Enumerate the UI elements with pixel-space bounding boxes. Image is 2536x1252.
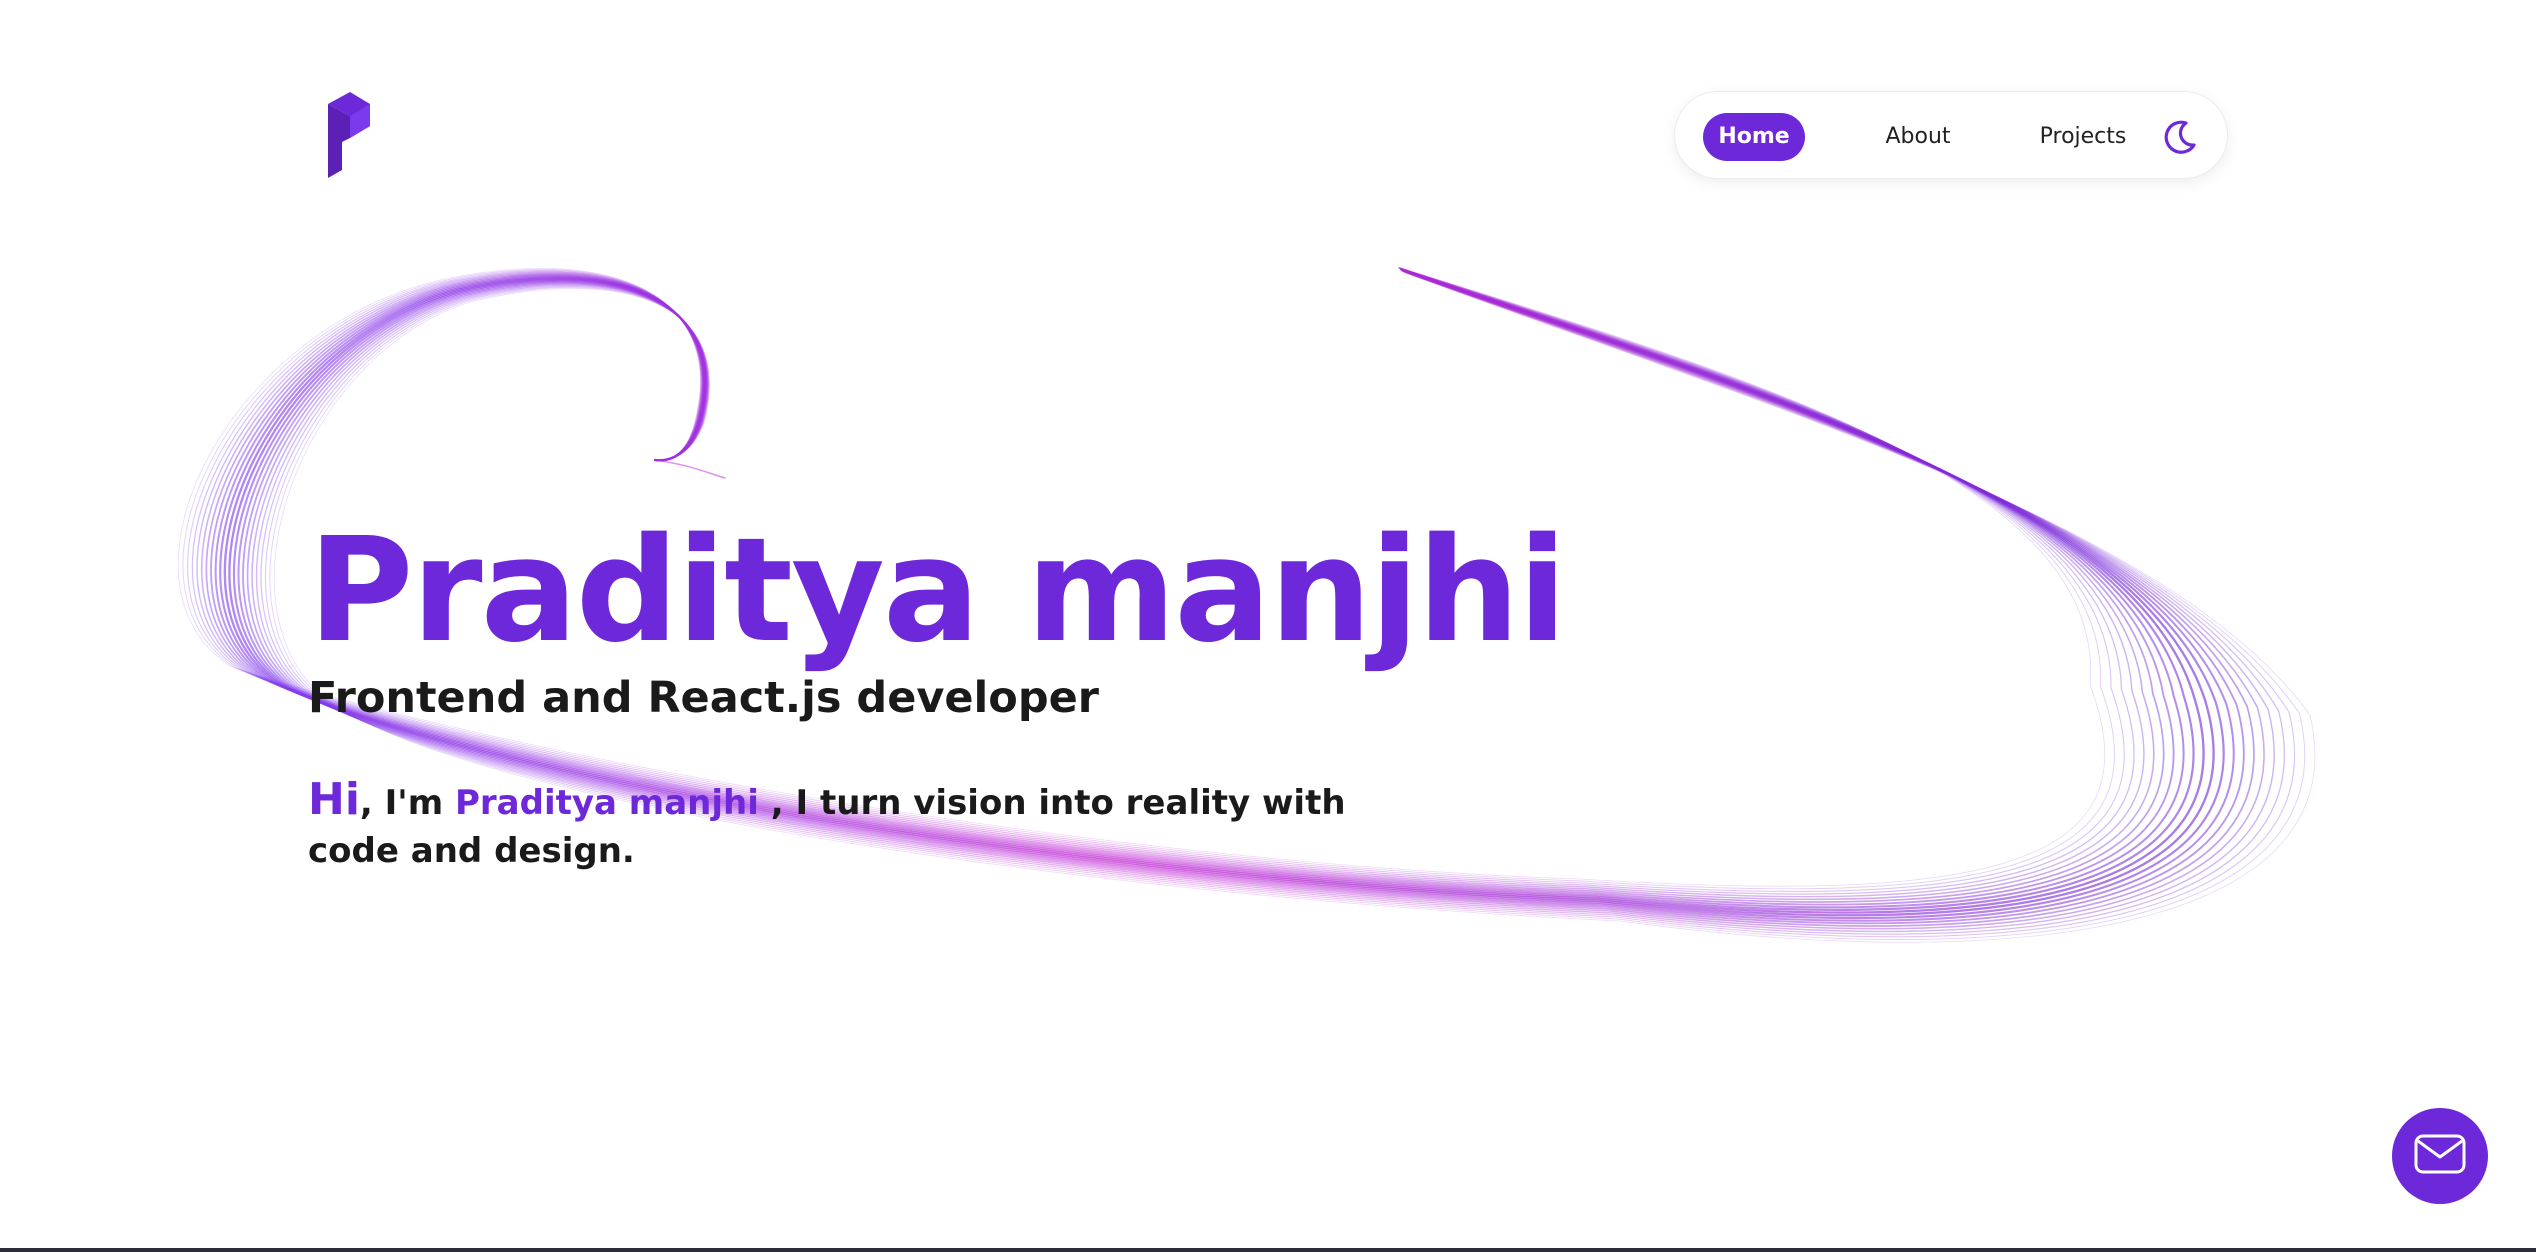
intro-greeting: Hi	[308, 774, 360, 825]
hero-role: Frontend and React.js developer	[308, 673, 1099, 723]
page: Home About Projects Praditya manjhi Fron…	[0, 0, 2536, 1252]
nav-projects[interactable]: Projects	[2007, 113, 2159, 161]
nav-home[interactable]: Home	[1703, 113, 1805, 161]
bottom-divider	[0, 1248, 2536, 1252]
nav-about[interactable]: About	[1853, 113, 1983, 161]
mail-icon	[2414, 1134, 2466, 1178]
moon-icon[interactable]	[2157, 114, 2203, 160]
hero-intro: Hi, I'm Praditya manjhi , I turn vision …	[308, 776, 1438, 875]
hero-name: Praditya manjhi	[308, 506, 1567, 674]
intro-name: Praditya manjhi	[454, 783, 759, 823]
logo-icon[interactable]	[322, 90, 378, 178]
main-nav: Home About Projects	[1674, 91, 2228, 179]
contact-button[interactable]	[2392, 1108, 2488, 1204]
intro-im: , I'm	[359, 783, 455, 823]
